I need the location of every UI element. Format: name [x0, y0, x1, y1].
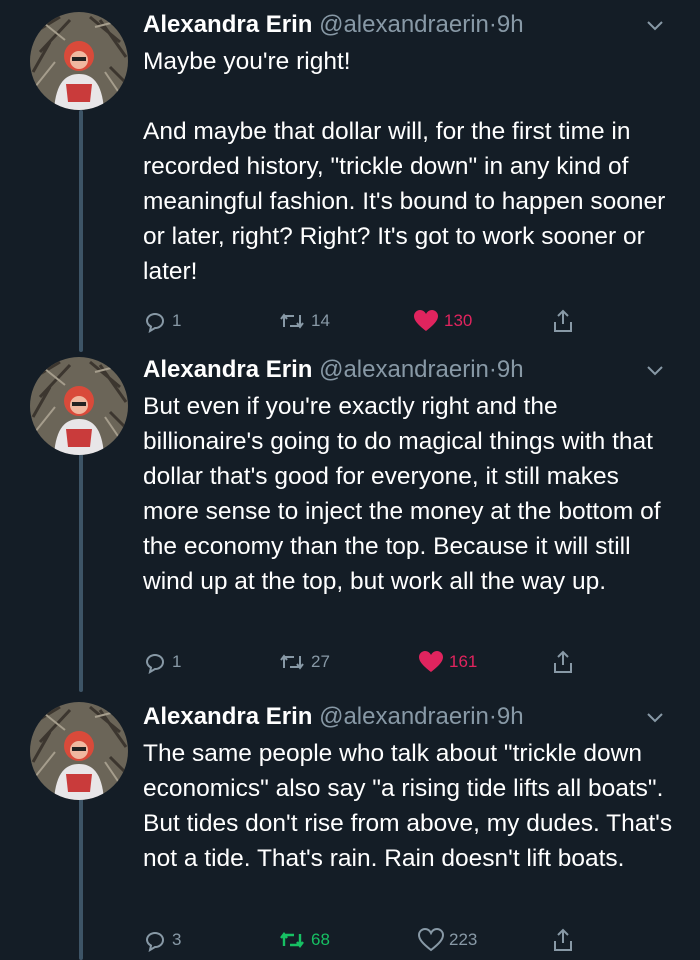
share-icon	[554, 650, 572, 673]
retweet-button[interactable]: 27	[278, 647, 330, 677]
tweet-actions: 1 27 161	[0, 647, 700, 677]
reply-icon	[145, 932, 164, 952]
share-icon	[554, 309, 572, 332]
separator: ·	[488, 356, 497, 383]
display-name[interactable]: Alexandra Erin	[143, 11, 312, 38]
like-button[interactable]: 130	[413, 306, 472, 336]
retweet-count: 14	[311, 311, 330, 330]
handle[interactable]: @alexandraerin	[319, 703, 489, 730]
like-count: 130	[444, 311, 473, 330]
timestamp[interactable]: 9h	[497, 11, 524, 38]
share-button[interactable]	[552, 925, 574, 955]
reply-count: 3	[172, 930, 182, 949]
heart-icon	[419, 651, 443, 672]
avatar[interactable]	[30, 12, 128, 110]
retweet-icon	[280, 932, 304, 948]
heart-icon	[418, 928, 444, 952]
timestamp[interactable]: 9h	[497, 703, 524, 730]
share-button[interactable]	[552, 306, 574, 336]
tweet-text: Maybe you're right! And maybe that dolla…	[143, 48, 666, 285]
avatar[interactable]	[30, 357, 128, 455]
reply-button[interactable]: 3	[143, 925, 181, 955]
tweet-actions: 1 14 130	[0, 306, 700, 336]
timestamp[interactable]: 9h	[497, 356, 524, 383]
share-button[interactable]	[552, 647, 574, 677]
tweet-header: Alexandra Erin @alexandraerin·9h	[143, 8, 676, 42]
tweet-text: The same people who talk about "trickle …	[143, 740, 679, 872]
handle[interactable]: @alexandraerin	[319, 11, 489, 38]
reply-count: 1	[172, 311, 182, 330]
reply-count: 1	[172, 652, 182, 671]
retweet-button[interactable]: 68	[278, 925, 330, 955]
tweet-actions: 3 68 223	[0, 925, 700, 955]
like-button[interactable]: 223	[418, 925, 477, 955]
separator: ·	[488, 703, 497, 730]
handle[interactable]: @alexandraerin	[319, 356, 489, 383]
chevron-down-icon[interactable]	[644, 706, 666, 728]
separator: ·	[488, 11, 497, 38]
share-icon	[554, 928, 572, 951]
tweet[interactable]: Alexandra Erin @alexandraerin·9h But eve…	[0, 345, 700, 690]
reply-button[interactable]: 1	[143, 306, 181, 336]
chevron-down-icon[interactable]	[644, 359, 666, 381]
tweet[interactable]: Alexandra Erin @alexandraerin·9h Maybe y…	[0, 0, 700, 345]
heart-icon	[414, 310, 438, 331]
display-name[interactable]: Alexandra Erin	[143, 703, 312, 730]
retweet-count: 27	[311, 652, 330, 671]
like-count: 223	[449, 930, 478, 949]
retweet-icon	[280, 654, 304, 670]
chevron-down-icon[interactable]	[644, 14, 666, 36]
like-button[interactable]: 161	[418, 647, 477, 677]
like-count: 161	[449, 652, 478, 671]
avatar[interactable]	[30, 702, 128, 800]
display-name[interactable]: Alexandra Erin	[143, 356, 312, 383]
tweet-text: But even if you're exactly right and the…	[143, 393, 668, 595]
tweet[interactable]: Alexandra Erin @alexandraerin·9h The sam…	[0, 692, 700, 960]
tweet-header: Alexandra Erin @alexandraerin·9h	[143, 700, 676, 734]
retweet-count: 68	[311, 930, 330, 949]
retweet-button[interactable]: 14	[278, 306, 330, 336]
retweet-icon	[280, 313, 304, 329]
reply-icon	[145, 313, 164, 333]
reply-icon	[145, 654, 164, 674]
reply-button[interactable]: 1	[143, 647, 181, 677]
tweet-header: Alexandra Erin @alexandraerin·9h	[143, 353, 676, 387]
